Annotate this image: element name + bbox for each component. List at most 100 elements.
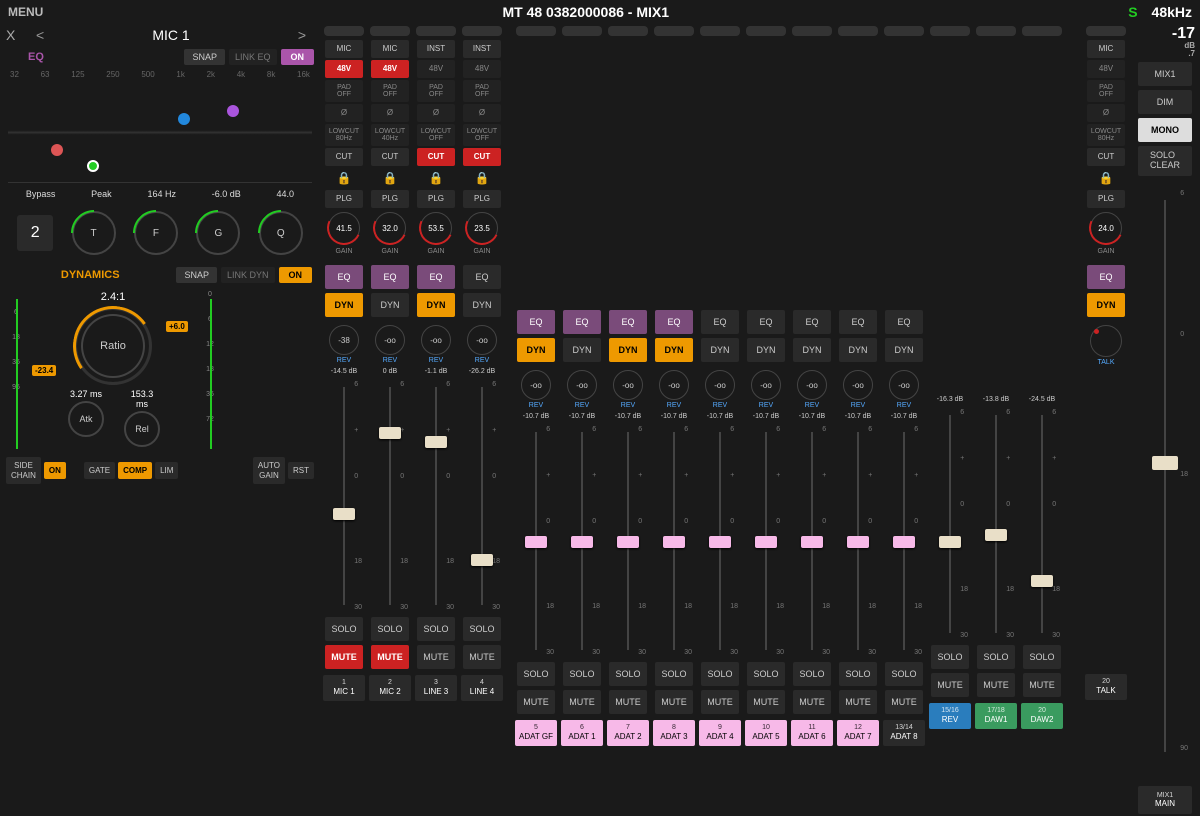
fader[interactable]: 6+01830 <box>930 409 970 639</box>
strip-tab[interactable] <box>838 26 878 36</box>
lock-icon[interactable]: 🔒 <box>463 168 501 188</box>
strip-tab[interactable] <box>516 26 556 36</box>
gain-knob[interactable]: 53.5 <box>420 212 452 244</box>
phantom-button[interactable]: 48V <box>325 60 363 78</box>
mute-button[interactable]: MUTE <box>931 673 969 697</box>
prev-channel[interactable]: < <box>28 27 52 43</box>
strip-tab[interactable] <box>930 26 970 36</box>
dyn-button[interactable]: DYN <box>371 293 409 317</box>
dyn-button[interactable]: DYN <box>701 338 739 362</box>
fader[interactable]: 6+01830 <box>1022 409 1062 639</box>
plugin-button[interactable]: PLG <box>463 190 501 208</box>
eq-button[interactable]: EQ <box>839 310 877 334</box>
eq-button[interactable]: EQ <box>563 310 601 334</box>
channel-label[interactable]: 3LINE 3 <box>415 675 457 701</box>
channel-label[interactable]: 8ADAT 3 <box>653 720 695 746</box>
dyn-on-button[interactable]: ON <box>279 267 313 283</box>
cut-button[interactable]: CUT <box>325 148 363 166</box>
channel-label[interactable]: 20TALK <box>1085 674 1127 700</box>
eq-band-selector[interactable]: 2 <box>17 215 53 251</box>
solo-button[interactable]: SOLO <box>1023 645 1061 669</box>
mute-button[interactable]: MUTE <box>655 690 693 714</box>
solo-button[interactable]: SOLO <box>517 662 555 686</box>
rev-knob[interactable]: -oo <box>705 370 735 400</box>
fader[interactable]: 6+01830 <box>654 426 694 656</box>
phase-button[interactable]: Ø <box>371 104 409 122</box>
plugin-button[interactable]: PLG <box>1087 190 1125 208</box>
autogain-button[interactable]: AUTO GAIN <box>253 457 285 484</box>
dyn-button[interactable]: DYN <box>1087 293 1125 317</box>
rev-knob[interactable]: -oo <box>797 370 827 400</box>
strip-tab[interactable] <box>654 26 694 36</box>
fader[interactable]: 6+01830 <box>370 381 410 611</box>
solo-button[interactable]: SOLO <box>371 617 409 641</box>
close-icon[interactable]: X <box>6 27 24 43</box>
channel-label[interactable]: 13/14ADAT 8 <box>883 720 925 746</box>
mute-button[interactable]: MUTE <box>747 690 785 714</box>
mute-button[interactable]: MUTE <box>839 690 877 714</box>
eq-button[interactable]: EQ <box>371 265 409 289</box>
phantom-button[interactable]: 48V <box>371 60 409 78</box>
mute-button[interactable]: MUTE <box>371 645 409 669</box>
fader[interactable]: 6+01830 <box>416 381 456 611</box>
fader-cap[interactable] <box>709 536 731 548</box>
rev-knob[interactable]: -oo <box>567 370 597 400</box>
solo-button[interactable]: SOLO <box>839 662 877 686</box>
rev-knob[interactable]: -oo <box>843 370 873 400</box>
phase-button[interactable]: Ø <box>417 104 455 122</box>
phase-button[interactable]: Ø <box>1087 104 1125 122</box>
dyn-button[interactable]: DYN <box>793 338 831 362</box>
channel-label[interactable]: 1MIC 1 <box>323 675 365 701</box>
phase-button[interactable]: Ø <box>325 104 363 122</box>
cut-button[interactable]: CUT <box>1087 148 1125 166</box>
channel-label[interactable]: 6ADAT 1 <box>561 720 603 746</box>
pad-button[interactable]: PAD OFF <box>417 80 455 102</box>
mute-button[interactable]: MUTE <box>325 645 363 669</box>
lock-icon[interactable]: 🔒 <box>371 168 409 188</box>
menu-button[interactable]: MENU <box>8 5 43 19</box>
strip-tab[interactable] <box>370 26 410 36</box>
eq-button[interactable]: EQ <box>747 310 785 334</box>
pad-button[interactable]: PAD OFF <box>1087 80 1125 102</box>
mute-button[interactable]: MUTE <box>701 690 739 714</box>
eq-node-3[interactable] <box>178 113 190 125</box>
rev-knob[interactable]: -oo <box>613 370 643 400</box>
strip-tab[interactable] <box>700 26 740 36</box>
eq-button[interactable]: EQ <box>793 310 831 334</box>
phantom-button[interactable]: 48V <box>1087 60 1125 78</box>
lowcut-button[interactable]: LOWCUT OFF <box>463 124 501 146</box>
lowcut-button[interactable]: LOWCUT 40Hz <box>371 124 409 146</box>
eq-node-1[interactable] <box>51 144 63 156</box>
rev-knob[interactable]: -oo <box>889 370 919 400</box>
gate-button[interactable]: GATE <box>84 462 115 480</box>
plugin-button[interactable]: PLG <box>325 190 363 208</box>
channel-label[interactable]: 10ADAT 5 <box>745 720 787 746</box>
eq-button[interactable]: EQ <box>609 310 647 334</box>
solo-button[interactable]: SOLO <box>701 662 739 686</box>
lock-icon[interactable]: 🔒 <box>325 168 363 188</box>
eq-button[interactable]: EQ <box>885 310 923 334</box>
solo-button[interactable]: SOLO <box>463 617 501 641</box>
input-type[interactable]: MIC <box>1087 40 1125 58</box>
comp-button[interactable]: COMP <box>118 462 152 480</box>
mute-button[interactable]: MUTE <box>977 673 1015 697</box>
fader-cap[interactable] <box>471 554 493 566</box>
pad-button[interactable]: PAD OFF <box>325 80 363 102</box>
strip-tab[interactable] <box>1022 26 1062 36</box>
lock-icon[interactable]: 🔒 <box>1087 168 1125 188</box>
eq-type-knob[interactable]: T <box>72 211 116 255</box>
lowcut-button[interactable]: LOWCUT OFF <box>417 124 455 146</box>
eq-button[interactable]: EQ <box>655 310 693 334</box>
dyn-button[interactable]: DYN <box>463 293 501 317</box>
strip-tab[interactable] <box>1086 26 1126 36</box>
channel-label[interactable]: 20DAW2 <box>1021 703 1063 729</box>
fader[interactable]: 6+01830 <box>324 381 364 611</box>
lock-icon[interactable]: 🔒 <box>417 168 455 188</box>
mute-button[interactable]: MUTE <box>609 690 647 714</box>
dyn-button[interactable]: DYN <box>655 338 693 362</box>
solo-button[interactable]: SOLO <box>655 662 693 686</box>
fader[interactable]: 6+01830 <box>746 426 786 656</box>
channel-label[interactable]: 5ADAT GF <box>515 720 557 746</box>
dyn-button[interactable]: DYN <box>325 293 363 317</box>
input-type[interactable]: MIC <box>325 40 363 58</box>
